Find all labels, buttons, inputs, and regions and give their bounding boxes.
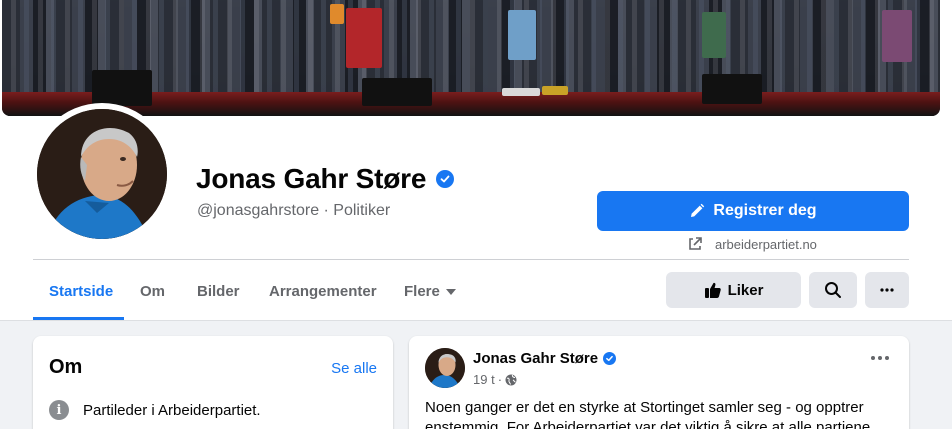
post-timestamp[interactable]: 19 t [473, 372, 495, 387]
profile-portrait-image [37, 109, 167, 239]
post-author-portrait-image [425, 348, 465, 388]
cover-detail [702, 74, 762, 104]
about-card: Om Se alle i Partileder i Arbeiderpartie… [33, 336, 393, 429]
header-divider [33, 259, 909, 260]
info-icon: i [49, 400, 69, 420]
post-text: Noen ganger er det en styrke at Storting… [425, 399, 871, 429]
post-author-row: Jonas Gahr Støre [473, 350, 617, 367]
tab-flere-label: Flere [404, 283, 440, 300]
meta-separator: · [497, 372, 503, 387]
website-link[interactable]: arbeiderpartiet.no [687, 236, 817, 252]
cover-detail [362, 78, 432, 106]
register-button-label: Registrer deg [713, 202, 817, 219]
verified-badge-icon [603, 352, 617, 365]
post-more-options-icon[interactable] [871, 356, 889, 360]
post-author-name[interactable]: Jonas Gahr Støre [473, 350, 598, 367]
like-button[interactable]: Liker [666, 272, 801, 308]
about-title: Om [49, 356, 83, 378]
caret-down-icon [445, 288, 456, 295]
about-item: i Partileder i Arbeiderpartiet. [49, 400, 261, 420]
header-bottom-border [0, 320, 952, 321]
cover-detail [92, 70, 152, 106]
about-item-text: Partileder i Arbeiderpartiet. [83, 401, 261, 419]
verified-badge-icon [436, 170, 455, 188]
register-button[interactable]: Registrer deg [597, 191, 909, 231]
cover-detail [508, 10, 536, 60]
profile-name-row: Jonas Gahr Støre [196, 163, 455, 195]
cover-detail [882, 10, 912, 62]
cover-photo[interactable] [2, 0, 940, 116]
cover-detail [346, 8, 382, 68]
website-link-label: arbeiderpartiet.no [715, 236, 817, 252]
post-card: Jonas Gahr Støre 19 t · Noen ganger er d… [409, 336, 909, 429]
more-dots-icon [880, 288, 894, 292]
profile-name: Jonas Gahr Støre [196, 163, 427, 194]
tab-bilder[interactable]: Bilder [197, 283, 240, 300]
tab-flere[interactable]: Flere [404, 283, 456, 300]
thumbs-up-icon [704, 282, 721, 298]
cover-detail [502, 88, 540, 96]
tab-arrangementer[interactable]: Arrangementer [269, 283, 377, 300]
globe-icon [505, 374, 517, 385]
cover-detail [542, 86, 568, 95]
post-meta: 19 t · [473, 372, 517, 387]
cover-detail [702, 12, 726, 58]
profile-subtitle: @jonasgahrstore · Politiker [197, 202, 391, 219]
more-options-button[interactable] [865, 272, 909, 308]
profile-avatar[interactable] [37, 109, 167, 239]
post-author-avatar[interactable] [425, 348, 465, 388]
see-all-link[interactable]: Se alle [331, 360, 377, 377]
search-button[interactable] [809, 272, 857, 308]
like-button-label: Liker [727, 281, 764, 299]
external-link-icon [689, 237, 702, 250]
search-icon [825, 282, 841, 298]
pencil-icon [691, 203, 705, 217]
tab-om[interactable]: Om [140, 283, 165, 300]
tab-startside[interactable]: Startside [49, 283, 113, 300]
cover-detail [330, 4, 344, 24]
